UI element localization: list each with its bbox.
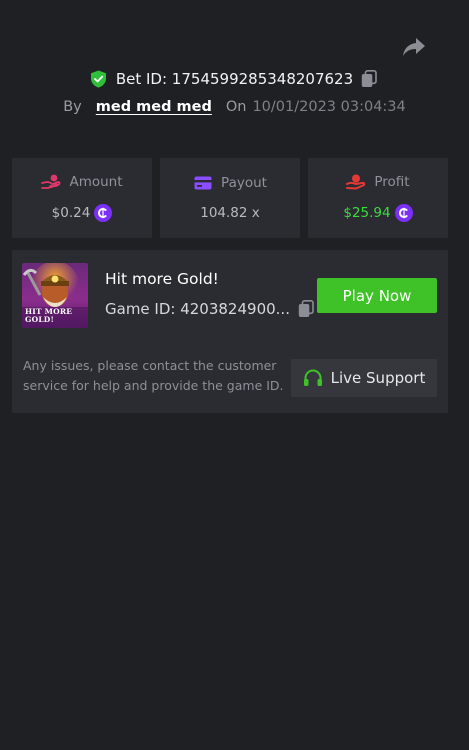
coin-icon (394, 204, 413, 222)
stat-amount: Amount $0.24 (12, 158, 152, 238)
game-id-text: Game ID: 4203824900... (105, 300, 290, 318)
share-arrow-icon (403, 38, 425, 56)
by-label: By (63, 99, 82, 115)
stat-amount-value: $0.24 (51, 205, 91, 221)
game-thumbnail[interactable]: HIT MORE GOLD! (22, 263, 88, 328)
stat-profit-label: Profit (374, 174, 410, 190)
username-link[interactable]: med med med (96, 99, 212, 115)
hand-money-icon (346, 174, 366, 190)
hand-coin-icon (41, 174, 61, 190)
bet-id-row: Bet ID: 1754599285348207623 (0, 67, 469, 91)
support-notice: Any issues, please contact the customer … (23, 358, 284, 393)
game-title: Hit more Gold! (105, 270, 219, 288)
copy-icon[interactable] (361, 70, 379, 88)
share-button[interactable] (400, 36, 428, 58)
game-id-row: Game ID: 4203824900... (105, 300, 316, 318)
card-icon (193, 175, 213, 191)
game-card: HIT MORE GOLD! Hit more Gold! Game ID: 4… (12, 250, 448, 413)
live-support-label: Live Support (330, 369, 426, 387)
coin-icon (94, 204, 113, 222)
stat-profit-value: $25.94 (343, 205, 391, 221)
stat-profit: Profit $25.94 (308, 158, 448, 238)
live-support-button[interactable]: Live Support (291, 359, 437, 397)
on-label: On (225, 99, 247, 115)
bet-meta-row: By med med med On 10/01/2023 03:04:34 (0, 96, 469, 118)
headset-icon (303, 369, 323, 387)
stat-payout-label: Payout (221, 175, 267, 191)
play-now-button[interactable]: Play Now (317, 278, 437, 313)
stat-payout: Payout 104.82 x (160, 158, 300, 238)
bet-datetime: 10/01/2023 03:04:34 (252, 99, 406, 115)
bet-id-text: Bet ID: 1754599285348207623 (115, 70, 354, 88)
bet-stats: Amount $0.24 Payout 104.82 x Profit $25.… (12, 158, 448, 238)
copy-game-id-icon[interactable] (298, 300, 316, 318)
stat-payout-value: 104.82 x (200, 205, 260, 221)
verified-shield-icon (90, 70, 108, 88)
game-thumbnail-logo: HIT MORE GOLD! (25, 307, 73, 324)
stat-amount-label: Amount (69, 174, 123, 190)
